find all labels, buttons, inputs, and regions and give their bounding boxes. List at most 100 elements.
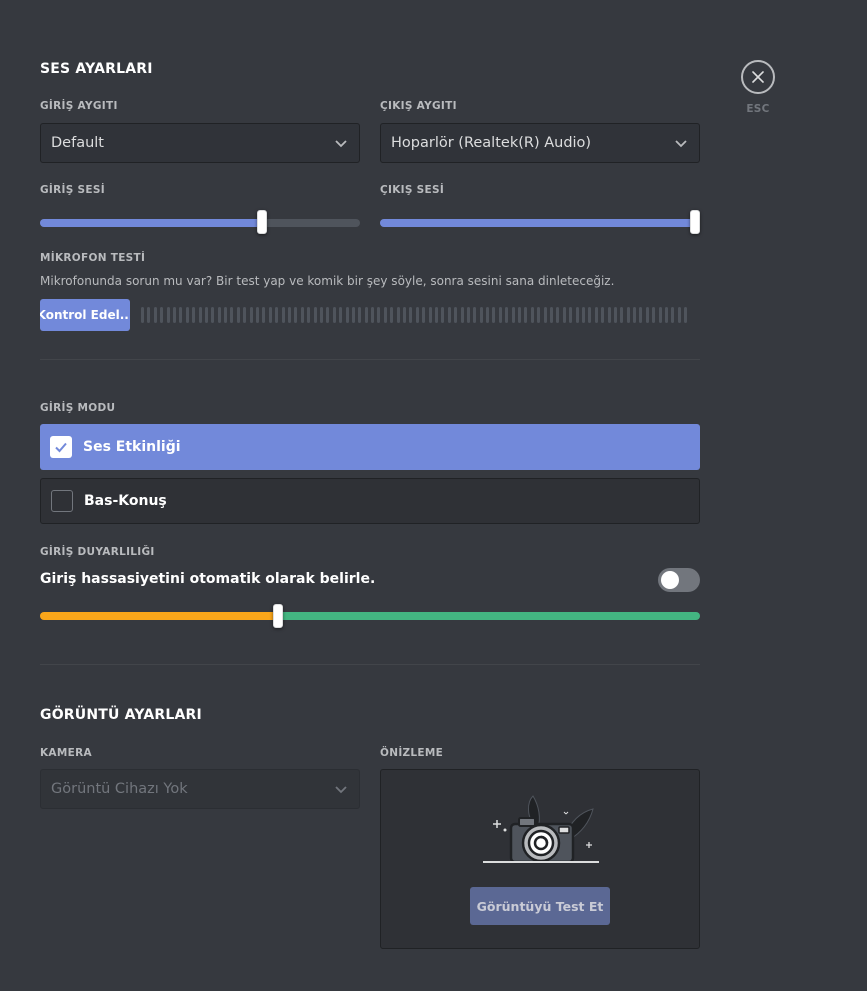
test-video-button[interactable]: Görüntüyü Test Et: [470, 887, 610, 925]
slider-fill: [40, 219, 262, 227]
section-divider: [40, 664, 700, 665]
meter-bar: [224, 307, 228, 323]
meter-bar: [153, 307, 157, 323]
meter-bar: [422, 307, 426, 323]
input-mode-voice-activity-label: Ses Etkinliği: [83, 439, 181, 455]
input-device-label: GİRİŞ AYGITI: [40, 100, 118, 112]
meter-bar: [403, 307, 407, 323]
meter-bar: [581, 307, 585, 323]
slider-knob[interactable]: [690, 210, 700, 234]
input-mode-push-to-talk-label: Bas-Konuş: [84, 493, 167, 509]
meter-bar: [607, 307, 611, 323]
meter-bar: [428, 307, 432, 323]
sensitivity-low-bar: [40, 612, 278, 620]
section-divider: [40, 359, 700, 360]
output-device-label: ÇIKIŞ AYGITI: [380, 100, 457, 112]
meter-bar: [268, 307, 272, 323]
meter-bar: [665, 307, 669, 323]
preview-label: ÖNİZLEME: [380, 747, 444, 759]
meter-bar: [217, 307, 221, 323]
meter-bar: [192, 307, 196, 323]
voice-settings-title: SES AYARLARI: [40, 61, 153, 77]
close-icon: [752, 71, 764, 83]
close-button[interactable]: [741, 60, 775, 94]
meter-bar: [377, 307, 381, 323]
auto-sensitivity-toggle[interactable]: [658, 568, 700, 592]
meter-bar: [556, 307, 560, 323]
meter-bar: [626, 307, 630, 323]
chevron-down-icon: [675, 140, 687, 148]
output-volume-slider[interactable]: [380, 210, 700, 234]
meter-bar: [300, 307, 304, 323]
slider-knob[interactable]: [273, 604, 283, 628]
meter-bar: [415, 307, 419, 323]
esc-label: ESC: [746, 103, 770, 115]
meter-bar: [537, 307, 541, 323]
video-preview-box: Görüntüyü Test Et: [380, 769, 700, 949]
checkbox-unchecked: [51, 490, 73, 512]
meter-bar: [287, 307, 291, 323]
meter-bar: [262, 307, 266, 323]
meter-bar: [409, 307, 413, 323]
meter-bar: [620, 307, 624, 323]
camera-label: KAMERA: [40, 747, 92, 759]
meter-bar: [332, 307, 336, 323]
input-device-value: Default: [51, 135, 104, 151]
output-device-select[interactable]: Hoparlör (Realtek(R) Audio): [380, 123, 700, 163]
input-mode-push-to-talk[interactable]: Bas-Konuş: [40, 478, 700, 524]
meter-bar: [230, 307, 234, 323]
meter-bar: [639, 307, 643, 323]
mic-test-label: MİKROFON TESTİ: [40, 252, 146, 264]
meter-bar: [486, 307, 490, 323]
meter-bar: [358, 307, 362, 323]
meter-bar: [371, 307, 375, 323]
meter-bar: [652, 307, 656, 323]
sensitivity-high-bar: [278, 612, 700, 620]
meter-bar: [447, 307, 451, 323]
meter-bar: [326, 307, 330, 323]
meter-bar: [594, 307, 598, 323]
meter-bar: [141, 307, 144, 323]
meter-bar: [179, 307, 183, 323]
input-device-select[interactable]: Default: [40, 123, 360, 163]
mic-test-button[interactable]: Kontrol Edel...: [40, 299, 130, 331]
meter-bar: [601, 307, 605, 323]
meter-bar: [211, 307, 215, 323]
camera-value: Görüntü Cihazı Yok: [51, 781, 188, 797]
meter-bar: [498, 307, 502, 323]
meter-bar: [249, 307, 253, 323]
camera-select[interactable]: Görüntü Cihazı Yok: [40, 769, 360, 809]
meter-bar: [160, 307, 164, 323]
meter-bar: [511, 307, 515, 323]
meter-bar: [671, 307, 675, 323]
meter-bar: [243, 307, 247, 323]
meter-bar: [530, 307, 534, 323]
meter-bar: [492, 307, 496, 323]
sensitivity-slider[interactable]: [40, 604, 700, 628]
meter-bar: [390, 307, 394, 323]
input-mode-voice-activity[interactable]: Ses Etkinliği: [40, 424, 700, 470]
meter-bar: [345, 307, 349, 323]
video-settings-title: GÖRÜNTÜ AYARLARI: [40, 707, 202, 723]
meter-bar: [550, 307, 553, 323]
meter-bar: [166, 307, 170, 323]
meter-bar: [575, 307, 579, 323]
meter-bar: [275, 307, 279, 323]
meter-bar: [256, 307, 260, 323]
meter-bar: [454, 307, 458, 323]
toggle-knob: [661, 571, 679, 589]
meter-bar: [645, 307, 649, 323]
meter-bar: [185, 307, 189, 323]
meter-bar: [172, 307, 176, 323]
meter-bar: [339, 307, 343, 323]
meter-bar: [569, 307, 573, 323]
meter-bar: [198, 307, 202, 323]
input-volume-slider[interactable]: [40, 210, 360, 234]
checkbox-checked: [50, 436, 72, 458]
input-volume-label: GİRİŞ SESİ: [40, 184, 105, 196]
mic-test-description: Mikrofonunda sorun mu var? Bir test yap …: [40, 274, 615, 288]
slider-knob[interactable]: [257, 210, 267, 234]
meter-bar: [473, 307, 477, 323]
camera-illustration-icon: [483, 795, 599, 864]
chevron-down-icon: [335, 140, 347, 148]
